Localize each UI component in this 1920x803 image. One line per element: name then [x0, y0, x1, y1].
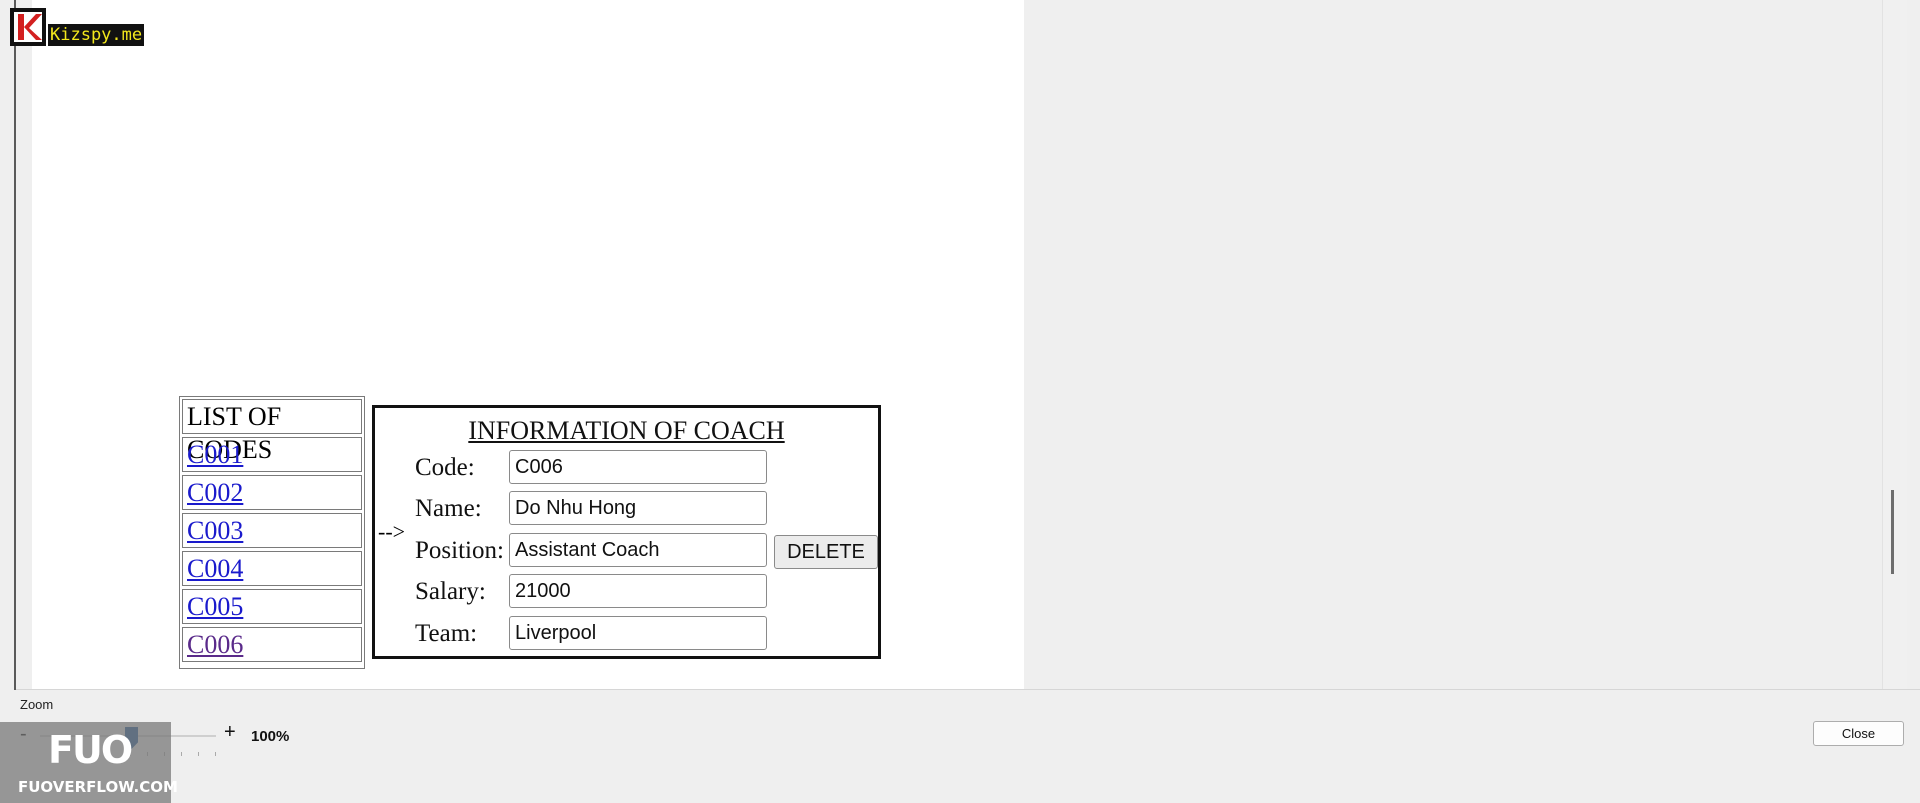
- kizspy-watermark-text: Kizspy.me: [48, 24, 145, 46]
- coach-info-panel: INFORMATION OF COACH Code: C006 Name: Do…: [372, 405, 881, 659]
- coach-info-title: INFORMATION OF COACH: [468, 416, 785, 445]
- codes-table-row: C002: [182, 475, 362, 510]
- team-field[interactable]: Liverpool: [509, 616, 767, 650]
- zoom-level-readout: 100%: [251, 728, 290, 745]
- team-label: Team:: [415, 620, 478, 647]
- zoom-label: Zoom: [20, 697, 54, 712]
- fuoverflow-watermark-text: FUOVERFLOW.COM: [18, 778, 178, 796]
- code-label: Code:: [415, 454, 475, 481]
- delete-button[interactable]: DELETE: [774, 535, 878, 569]
- salary-label: Salary:: [415, 578, 486, 605]
- code-link-c003[interactable]: C003: [187, 516, 243, 545]
- code-link-c002[interactable]: C002: [187, 478, 243, 507]
- kizspy-watermark: Kizspy.me: [10, 8, 145, 46]
- codes-table-row: C005: [182, 589, 362, 624]
- zoom-in-button[interactable]: +: [224, 721, 236, 744]
- codes-table-row: C003: [182, 513, 362, 548]
- code-field[interactable]: C006: [509, 450, 767, 484]
- vertical-scrollbar[interactable]: [1882, 0, 1907, 690]
- name-field[interactable]: Do Nhu Hong: [509, 491, 767, 525]
- code-link-c001[interactable]: C001: [187, 440, 243, 469]
- kizspy-logo-icon: [10, 8, 46, 46]
- position-label: Position:: [415, 537, 504, 564]
- fuoverflow-logo-mark: FUO: [48, 728, 133, 772]
- codes-table-header: LIST OF CODES: [182, 399, 362, 464]
- window-left-border: [14, 0, 16, 690]
- code-link-c004[interactable]: C004: [187, 554, 243, 583]
- scrollbar-thumb[interactable]: [1891, 490, 1894, 574]
- fuoverflow-watermark: FUO FUOVERFLOW.COM: [0, 722, 178, 803]
- codes-table: LIST OF CODES C001 C002 C003 C004 C005 C…: [179, 396, 365, 669]
- close-button[interactable]: Close: [1813, 721, 1904, 746]
- codes-table-row: C004: [182, 551, 362, 586]
- salary-field[interactable]: 21000: [509, 574, 767, 608]
- name-label: Name:: [415, 495, 482, 522]
- code-link-c005[interactable]: C005: [187, 592, 243, 621]
- divider: [16, 689, 1920, 690]
- position-field[interactable]: Assistant Coach: [509, 533, 767, 567]
- code-link-c006[interactable]: C006: [187, 630, 243, 659]
- right-panel: [1024, 0, 1882, 690]
- codes-table-row: C006: [182, 627, 362, 662]
